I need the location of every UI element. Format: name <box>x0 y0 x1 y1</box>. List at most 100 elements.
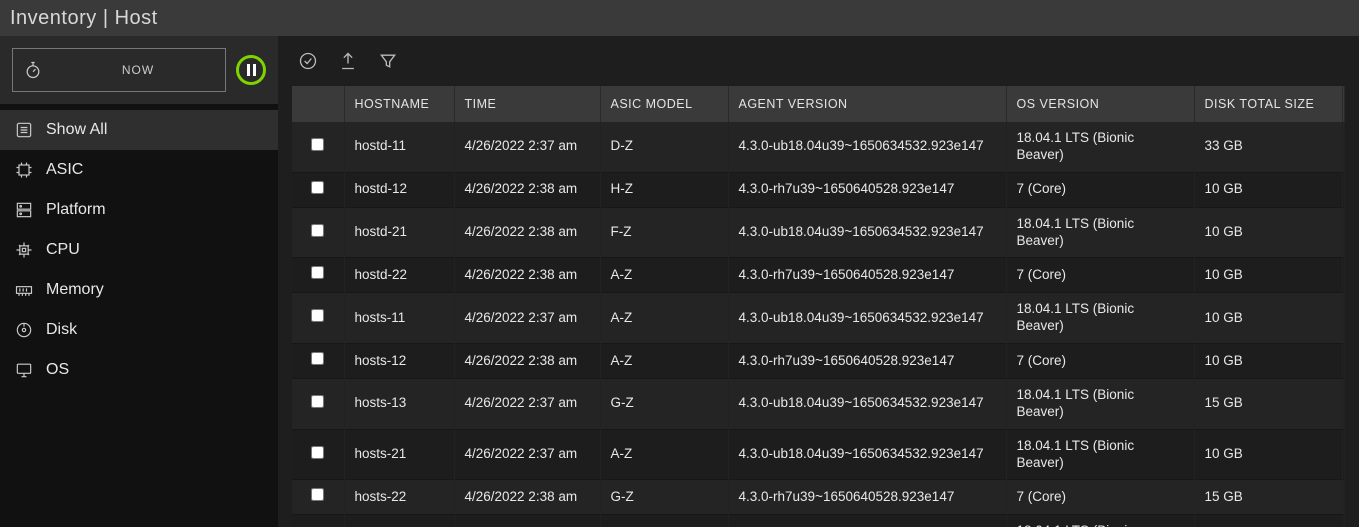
cell-hostname: hostd-22 <box>344 258 454 293</box>
table-row[interactable]: hosts-224/26/2022 2:38 amG-Z4.3.0-rh7u39… <box>292 480 1345 515</box>
cell-time: 4/26/2022 2:38 am <box>454 344 600 379</box>
cell-disk: 10 GB <box>1194 207 1342 258</box>
table-header-row: HOSTNAME TIME ASIC MODEL AGENT VERSION O… <box>292 86 1345 122</box>
row-checkbox-cell <box>292 378 344 429</box>
time-now-button[interactable]: NOW <box>12 48 226 92</box>
row-checkbox[interactable] <box>311 181 324 194</box>
export-button[interactable] <box>338 51 358 71</box>
cell-hostname: hostd-11 <box>344 122 454 172</box>
cell-time: 4/26/2022 2:38 am <box>454 258 600 293</box>
upload-icon <box>338 51 358 71</box>
table-row[interactable]: hosts-134/26/2022 2:37 amG-Z4.3.0-ub18.0… <box>292 378 1345 429</box>
col-time[interactable]: TIME <box>454 86 600 122</box>
col-tail <box>1342 86 1345 122</box>
cell-asic: A-Z <box>600 293 728 344</box>
cell-asic: H-Z <box>600 172 728 207</box>
list-icon <box>14 120 34 140</box>
sidebar-nav: Show All ASIC Platform CPU Memory Disk OS <box>0 104 278 390</box>
hosts-table: HOSTNAME TIME ASIC MODEL AGENT VERSION O… <box>292 86 1345 527</box>
row-checkbox[interactable] <box>311 488 324 501</box>
table-row[interactable]: hosts-114/26/2022 2:37 amA-Z4.3.0-ub18.0… <box>292 293 1345 344</box>
row-checkbox-cell <box>292 344 344 379</box>
page-title-text: Inventory | Host <box>10 7 158 30</box>
cell-time: 4/26/2022 2:37 am <box>454 515 600 527</box>
table-row[interactable]: hostd-214/26/2022 2:38 amF-Z4.3.0-ub18.0… <box>292 207 1345 258</box>
table-row[interactable]: hosts-214/26/2022 2:37 amA-Z4.3.0-ub18.0… <box>292 429 1345 480</box>
row-checkbox-cell <box>292 293 344 344</box>
filter-button[interactable] <box>378 51 398 71</box>
cell-os: 18.04.1 LTS (Bionic Beaver) <box>1006 378 1194 429</box>
col-checkbox[interactable] <box>292 86 344 122</box>
select-all-button[interactable] <box>298 51 318 71</box>
cell-asic: G-Z <box>600 378 728 429</box>
sidebar-item-label: Show All <box>46 121 107 139</box>
cell-asic: A-Z <box>600 258 728 293</box>
col-asic[interactable]: ASIC MODEL <box>600 86 728 122</box>
table-row[interactable]: hostd-224/26/2022 2:38 amA-Z4.3.0-rh7u39… <box>292 258 1345 293</box>
cell-hostname: hosts-22 <box>344 480 454 515</box>
cell-hostname: hosts-13 <box>344 378 454 429</box>
cell-time: 4/26/2022 2:38 am <box>454 207 600 258</box>
pause-button[interactable] <box>236 55 266 85</box>
cell-os: 18.04.1 LTS (Bionic Beaver) <box>1006 515 1194 527</box>
cell-tail <box>1342 258 1345 293</box>
table-row[interactable]: hosts-234/26/2022 2:37 amA-Z4.3.0-ub18.0… <box>292 515 1345 527</box>
cell-tail <box>1342 122 1345 172</box>
row-checkbox[interactable] <box>311 138 324 151</box>
cell-os: 7 (Core) <box>1006 172 1194 207</box>
cell-asic: A-Z <box>600 515 728 527</box>
col-hostname[interactable]: HOSTNAME <box>344 86 454 122</box>
sidebar-item-label: Platform <box>46 201 106 219</box>
sidebar-item-label: Disk <box>46 321 77 339</box>
cell-disk: 10 GB <box>1194 344 1342 379</box>
sidebar-item-memory[interactable]: Memory <box>0 270 278 310</box>
col-agent[interactable]: AGENT VERSION <box>728 86 1006 122</box>
row-checkbox[interactable] <box>311 309 324 322</box>
cell-hostname: hosts-12 <box>344 344 454 379</box>
cell-agent: 4.3.0-ub18.04u39~1650634532.923e147 <box>728 293 1006 344</box>
table-row[interactable]: hostd-124/26/2022 2:38 amH-Z4.3.0-rh7u39… <box>292 172 1345 207</box>
cell-disk: 15 GB <box>1194 480 1342 515</box>
row-checkbox[interactable] <box>311 446 324 459</box>
time-panel: NOW <box>0 36 278 104</box>
cell-tail <box>1342 207 1345 258</box>
sidebar-item-label: ASIC <box>46 161 83 179</box>
row-checkbox-cell <box>292 515 344 527</box>
cell-asic: G-Z <box>600 480 728 515</box>
cell-hostname: hosts-21 <box>344 429 454 480</box>
cell-asic: F-Z <box>600 207 728 258</box>
cell-time: 4/26/2022 2:37 am <box>454 293 600 344</box>
row-checkbox[interactable] <box>311 395 324 408</box>
sidebar-item-asic[interactable]: ASIC <box>0 150 278 190</box>
server-icon <box>14 200 34 220</box>
filter-icon <box>378 51 398 71</box>
cell-time: 4/26/2022 2:38 am <box>454 480 600 515</box>
cell-hostname: hosts-23 <box>344 515 454 527</box>
cell-time: 4/26/2022 2:38 am <box>454 172 600 207</box>
cell-disk: 10 GB <box>1194 172 1342 207</box>
row-checkbox[interactable] <box>311 266 324 279</box>
sidebar-item-os[interactable]: OS <box>0 350 278 390</box>
main-panel: HOSTNAME TIME ASIC MODEL AGENT VERSION O… <box>278 36 1359 527</box>
cell-tail <box>1342 480 1345 515</box>
cell-asic: A-Z <box>600 344 728 379</box>
row-checkbox[interactable] <box>311 224 324 237</box>
sidebar-item-show-all[interactable]: Show All <box>0 110 278 150</box>
sidebar-item-label: CPU <box>46 241 80 259</box>
table-container: HOSTNAME TIME ASIC MODEL AGENT VERSION O… <box>278 86 1359 527</box>
sidebar-item-cpu[interactable]: CPU <box>0 230 278 270</box>
sidebar-item-label: OS <box>46 361 69 379</box>
cell-agent: 4.3.0-ub18.04u39~1650634532.923e147 <box>728 429 1006 480</box>
sidebar-item-platform[interactable]: Platform <box>0 190 278 230</box>
row-checkbox[interactable] <box>311 352 324 365</box>
cell-agent: 4.3.0-ub18.04u39~1650634532.923e147 <box>728 122 1006 172</box>
cell-tail <box>1342 344 1345 379</box>
table-row[interactable]: hostd-114/26/2022 2:37 amD-Z4.3.0-ub18.0… <box>292 122 1345 172</box>
sidebar-item-disk[interactable]: Disk <box>0 310 278 350</box>
col-disk[interactable]: DISK TOTAL SIZE <box>1194 86 1342 122</box>
row-checkbox-cell <box>292 258 344 293</box>
row-checkbox-cell <box>292 122 344 172</box>
table-row[interactable]: hosts-124/26/2022 2:38 amA-Z4.3.0-rh7u39… <box>292 344 1345 379</box>
row-checkbox-cell <box>292 207 344 258</box>
col-os[interactable]: OS VERSION <box>1006 86 1194 122</box>
